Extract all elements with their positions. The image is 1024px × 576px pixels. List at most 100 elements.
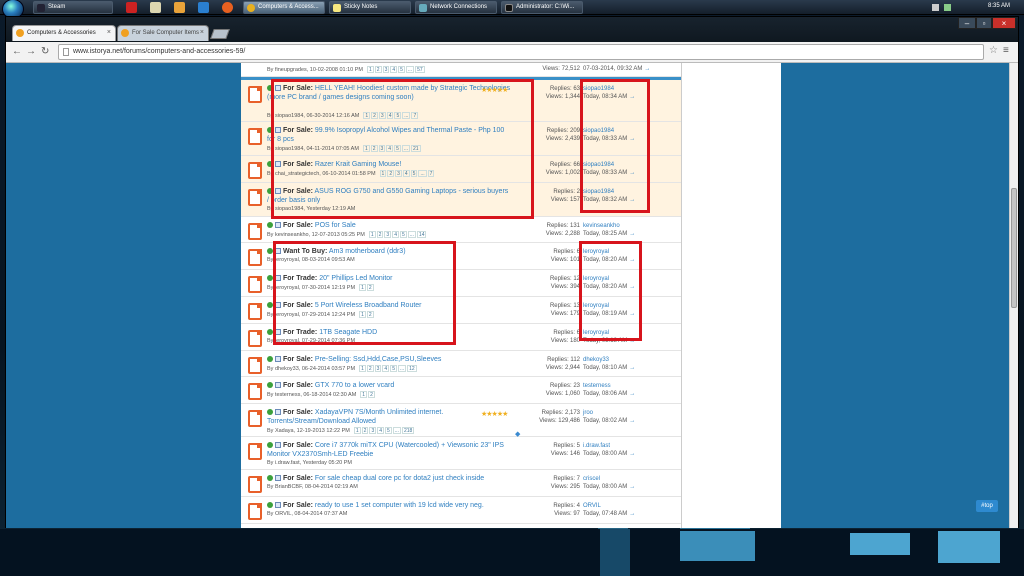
replies-count: Replies: 4 [553, 503, 580, 509]
go-to-last-icon[interactable]: → [629, 484, 635, 490]
page-link[interactable]: 2 [376, 231, 384, 238]
last-post-user[interactable]: testerness [583, 383, 611, 389]
page-link[interactable]: 2 [368, 391, 375, 398]
page-link[interactable]: ... [392, 427, 401, 434]
address-bar[interactable]: www.istorya.net/forums/computers-and-acc… [58, 44, 984, 60]
last-post-user[interactable]: dhekoy33 [583, 357, 609, 363]
page-link[interactable]: 218 [401, 427, 415, 434]
page-link[interactable]: 4 [390, 66, 398, 73]
taskbar-item-cmd[interactable]: Administrator: C:\Wi... [501, 1, 583, 14]
scrollbar-thumb[interactable] [1011, 188, 1017, 308]
favicon-icon [16, 29, 24, 37]
page-link[interactable]: 1 [360, 391, 368, 398]
page-link[interactable]: 12 [407, 365, 417, 372]
page-link[interactable]: 1 [367, 66, 374, 73]
minimize-button[interactable]: – [958, 17, 976, 29]
media-icon[interactable] [174, 2, 185, 13]
page-link[interactable]: 3 [384, 231, 392, 238]
replies-count: Replies: 131 [546, 223, 580, 229]
taskbar-item-sticky-notes[interactable]: Sticky Notes [329, 1, 411, 14]
page-link[interactable]: 1 [353, 427, 361, 434]
page-link[interactable]: ... [407, 231, 416, 238]
network-tray-icon[interactable] [944, 4, 951, 11]
close-tab-icon[interactable]: × [107, 26, 111, 40]
last-post-user[interactable]: ORVIL [583, 503, 601, 509]
page-link[interactable]: 14 [416, 231, 427, 238]
volume-icon[interactable] [932, 4, 939, 11]
go-to-last-icon[interactable]: → [629, 365, 635, 371]
app-icon[interactable] [126, 2, 137, 13]
new-post-icon[interactable] [267, 382, 273, 388]
thread-status-icon [248, 128, 262, 145]
reload-icon[interactable]: ↻ [41, 46, 49, 58]
page-link[interactable]: 2 [361, 427, 369, 434]
page-link[interactable]: 5 [399, 231, 407, 238]
new-post-icon[interactable] [267, 502, 273, 508]
go-to-last-icon[interactable]: → [629, 511, 635, 517]
taskbar-item-network[interactable]: Network Connections [415, 1, 497, 14]
last-post-user[interactable]: jroo [583, 410, 593, 416]
go-to-last-icon[interactable]: → [644, 66, 650, 72]
new-post-icon[interactable] [267, 442, 273, 448]
page-link[interactable]: 2 [366, 365, 374, 372]
page-link[interactable]: 1 [368, 231, 376, 238]
forward-icon[interactable]: → [26, 46, 36, 58]
last-post-user[interactable]: criscel [583, 476, 600, 482]
tab-computers-accessories[interactable]: Computers & Accessories × [12, 25, 116, 41]
thread-link[interactable]: Pre-Selling: Ssd,Hdd,Case,PSU,Sleeves [315, 356, 441, 363]
page-link[interactable]: 5 [390, 365, 397, 372]
thread-prefix: For Sale: [283, 502, 313, 509]
tab-strip: Computers & Accessories × For Sale Compu… [6, 17, 1018, 42]
page-link[interactable]: 1 [359, 365, 366, 372]
bookmark-star-icon[interactable]: ☆ [989, 45, 998, 56]
page-link[interactable]: 3 [382, 66, 390, 73]
go-to-last-icon[interactable]: → [629, 418, 635, 424]
thread-status-icon [248, 189, 262, 206]
page-link[interactable]: 4 [377, 427, 384, 434]
last-post-user[interactable]: kevinseankho [583, 223, 620, 229]
thread-icon [275, 382, 281, 388]
back-icon[interactable]: ← [12, 46, 22, 58]
page-link[interactable]: 57 [415, 66, 425, 73]
thread-link[interactable]: GTX 770 to a lower vcard [315, 382, 394, 389]
thread-icon [275, 502, 281, 508]
thread-link[interactable]: ready to use 1 set computer with 19 lcd … [315, 502, 484, 509]
thread-link[interactable]: For sale cheap dual core pc for dota2 ju… [315, 475, 484, 482]
views-count: Views: 97 [554, 511, 580, 517]
clock[interactable]: 8:35 AM [988, 3, 1010, 9]
maximize-button[interactable]: ▫ [976, 17, 992, 29]
last-post-user[interactable]: i.draw.fast [583, 443, 610, 449]
taskbar-item-steam[interactable]: Steam [33, 1, 113, 14]
page-link[interactable]: 4 [382, 365, 390, 372]
thread-link[interactable]: POS for Sale [315, 222, 356, 229]
page-link[interactable]: ... [405, 66, 415, 73]
thread-status-icon [248, 503, 262, 520]
new-post-icon[interactable] [267, 356, 273, 362]
firefox-icon[interactable] [222, 2, 233, 13]
page-link[interactable]: 3 [374, 365, 382, 372]
last-post: i.draw.fast Today, 08:00 AM → [583, 442, 635, 458]
menu-icon[interactable]: ≡ [1003, 45, 1009, 56]
new-tab-button[interactable] [210, 29, 230, 39]
tab-for-sale[interactable]: For Sale Computer Items × [117, 25, 209, 41]
go-to-last-icon[interactable]: → [629, 451, 635, 457]
page-link[interactable]: 2 [374, 66, 382, 73]
taskbar-item-chrome[interactable]: Computers & Access... [243, 1, 325, 14]
close-window-button[interactable]: × [992, 17, 1016, 29]
go-to-last-icon[interactable]: → [629, 391, 635, 397]
page-link[interactable]: 4 [392, 231, 399, 238]
top-button[interactable]: #top [976, 500, 998, 512]
folder-icon[interactable] [150, 2, 161, 13]
new-post-icon[interactable] [267, 222, 273, 228]
close-tab-icon[interactable]: × [200, 26, 204, 40]
scrollbar[interactable] [1009, 63, 1018, 528]
go-to-last-icon[interactable]: → [629, 231, 635, 237]
new-post-icon[interactable] [267, 409, 273, 415]
ie-icon[interactable] [198, 2, 209, 13]
page-link[interactable]: 3 [369, 427, 377, 434]
page-link[interactable]: 5 [385, 427, 392, 434]
sticky-note-icon [333, 4, 341, 12]
page-link[interactable]: 5 [398, 66, 405, 73]
page-link[interactable]: ... [397, 365, 407, 372]
new-post-icon[interactable] [267, 475, 273, 481]
